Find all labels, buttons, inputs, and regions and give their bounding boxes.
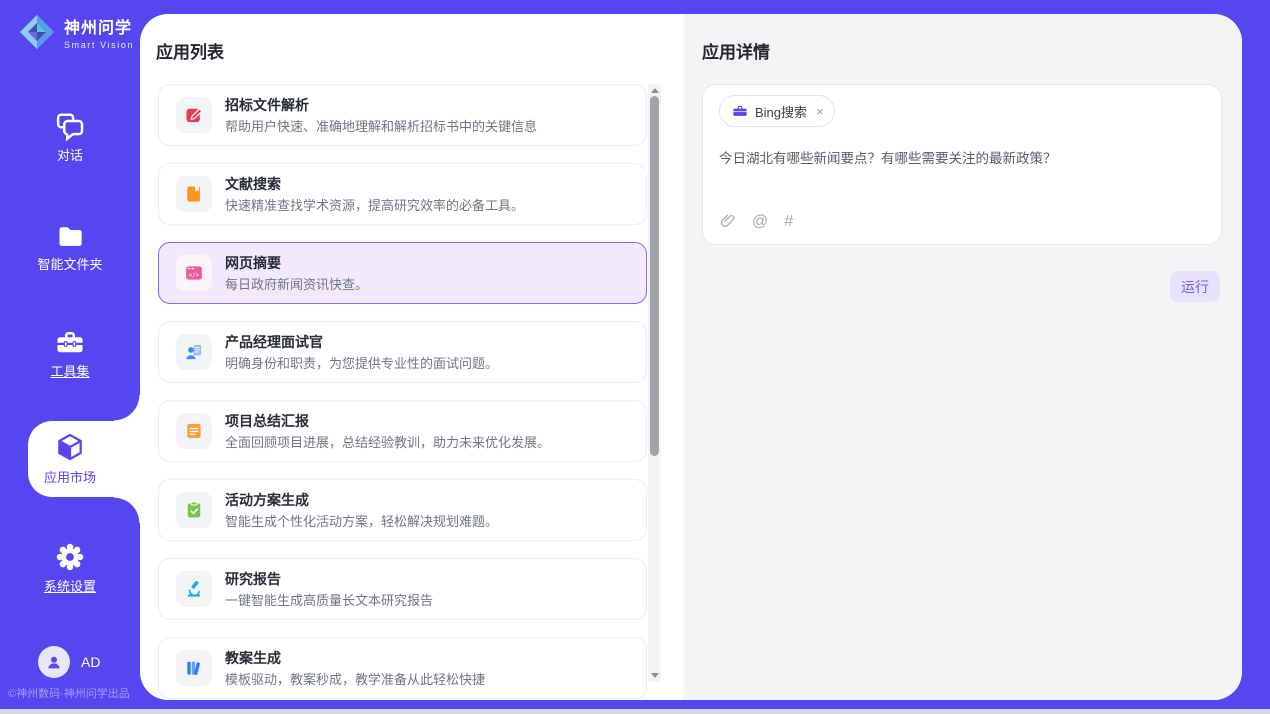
sidebar-item-settings[interactable]: 系统设置 (0, 542, 140, 593)
sidebar-item-label: 智能文件夹 (37, 258, 102, 271)
cube-icon (54, 431, 86, 463)
svg-text:</>: </> (189, 273, 200, 279)
tool-tag-bing-search[interactable]: Bing搜索 × (719, 95, 835, 127)
app-card-description: 快速精准查找学术资源，提高研究效率的必备工具。 (225, 199, 524, 212)
sidebar-item-label: 工具集 (50, 365, 89, 378)
app-card-pm-interviewer[interactable]: 产品经理面试官 明确身份和职责，为您提供专业性的面试问题。 (158, 321, 647, 383)
app-card-description: 一键智能生成高质量长文本研究报告 (225, 594, 433, 607)
sidebar-item-label: 应用市场 (44, 471, 96, 484)
tool-tag-label: Bing搜索 (755, 102, 807, 121)
at-mention-icon[interactable]: @ (752, 214, 768, 230)
app-list-title: 应用列表 (156, 38, 224, 63)
person-icon (45, 653, 63, 671)
sidebar-item-app-market[interactable]: 应用市场 (0, 431, 140, 484)
app-card-project-summary[interactable]: 项目总结汇报 全面回顾项目进展，总结经验教训，助力未来优化发展。 (158, 400, 647, 462)
toolbox-icon (55, 327, 85, 357)
note-icon (176, 413, 212, 449)
app-card-title: 网页摘要 (225, 256, 368, 270)
app-list: 招标文件解析 帮助用户快速、准确地理解和解析招标书中的关键信息 文献搜索 快速精… (158, 84, 647, 700)
app-card-event-plan[interactable]: 活动方案生成 智能生成个性化活动方案，轻松解决规划难题。 (158, 479, 647, 541)
user-initials: AD (81, 654, 100, 670)
sidebar-item-chat[interactable]: 对话 (0, 111, 140, 162)
clipboard-check-icon (176, 492, 212, 528)
run-button[interactable]: 运行 (1170, 271, 1220, 302)
app-card-title: 项目总结汇报 (225, 414, 550, 428)
pen-square-icon (176, 97, 212, 133)
scrollbar-thumb[interactable] (650, 96, 659, 456)
app-card-title: 招标文件解析 (225, 98, 537, 112)
sidebar-item-toolset[interactable]: 工具集 (0, 327, 140, 378)
app-card-lesson-plan[interactable]: 教案生成 模板驱动，教案秒成，教学准备从此轻松快捷 (158, 637, 647, 699)
microscope-icon (176, 571, 212, 607)
app-list-scrollbar[interactable] (648, 84, 661, 682)
app-card-title: 活动方案生成 (225, 493, 498, 507)
diamond-logo-icon (18, 13, 56, 51)
brand-name: 神州问学 (64, 14, 134, 38)
sidebar-item-label: 系统设置 (44, 580, 96, 593)
app-card-description: 智能生成个性化活动方案，轻松解决规划难题。 (225, 515, 498, 528)
app-card-description: 模板驱动，教案秒成，教学准备从此轻松快捷 (225, 673, 485, 686)
query-text-input[interactable]: 今日湖北有哪些新闻要点？有哪些需要关注的最新政策？ (719, 149, 1205, 169)
tool-tag-close-icon[interactable]: × (816, 105, 824, 118)
app-card-web-summary[interactable]: </> 网页摘要 每日政府新闻资讯快查。 (158, 242, 647, 304)
app-card-description: 每日政府新闻资讯快查。 (225, 278, 368, 291)
avatar[interactable] (38, 646, 70, 678)
app-detail-title: 应用详情 (702, 38, 770, 63)
folder-icon (56, 222, 84, 250)
app-card-description: 明确身份和职责，为您提供专业性的面试问题。 (225, 357, 498, 370)
app-card-title: 产品经理面试官 (225, 335, 498, 349)
app-card-research-report[interactable]: 研究报告 一键智能生成高质量长文本研究报告 (158, 558, 647, 620)
person-document-icon (176, 334, 212, 370)
app-detail-panel: 应用详情 Bing搜索 × 今日湖北有哪些新闻要点？有哪些需要关注的最新政策？ (683, 14, 1242, 700)
book-icon (176, 176, 212, 212)
gear-icon (55, 542, 85, 572)
books-icon (176, 650, 212, 686)
input-toolbar: @ # (719, 213, 793, 230)
chat-icon (55, 111, 85, 141)
hash-tag-icon[interactable]: # (784, 214, 793, 230)
paperclip-icon[interactable] (719, 213, 736, 230)
app-card-title: 研究报告 (225, 572, 433, 586)
briefcase-icon (732, 103, 748, 119)
copyright-footer: ©神州数码·神州问学出品 (8, 685, 130, 701)
sidebar: 神州问学 Smart Vision 对话 智能文件夹 (0, 0, 140, 709)
app-card-literature-search[interactable]: 文献搜索 快速精准查找学术资源，提高研究效率的必备工具。 (158, 163, 647, 225)
sidebar-item-label: 对话 (57, 149, 83, 162)
bottom-edge-strip (0, 709, 1270, 714)
app-card-description: 帮助用户快速、准确地理解和解析招标书中的关键信息 (225, 120, 537, 133)
brand-subtitle: Smart Vision (64, 40, 134, 50)
browser-code-icon: </> (176, 255, 212, 291)
app-card-description: 全面回顾项目进展，总结经验教训，助力未来优化发展。 (225, 436, 550, 449)
sidebar-item-smart-folder[interactable]: 智能文件夹 (0, 222, 140, 271)
app-card-bid-document-analysis[interactable]: 招标文件解析 帮助用户快速、准确地理解和解析招标书中的关键信息 (158, 84, 647, 146)
user-account[interactable]: AD (38, 646, 100, 678)
query-input-card[interactable]: Bing搜索 × 今日湖北有哪些新闻要点？有哪些需要关注的最新政策？ @ # (702, 84, 1222, 245)
scrollbar-down-arrow-icon[interactable] (648, 669, 661, 682)
brand-logo: 神州问学 Smart Vision (18, 13, 134, 51)
main-content: 应用列表 招标文件解析 帮助用户快速、准确地理解和解析招标书中的关键信息 (140, 14, 1242, 700)
app-card-title: 文献搜索 (225, 177, 524, 191)
app-card-title: 教案生成 (225, 651, 485, 665)
